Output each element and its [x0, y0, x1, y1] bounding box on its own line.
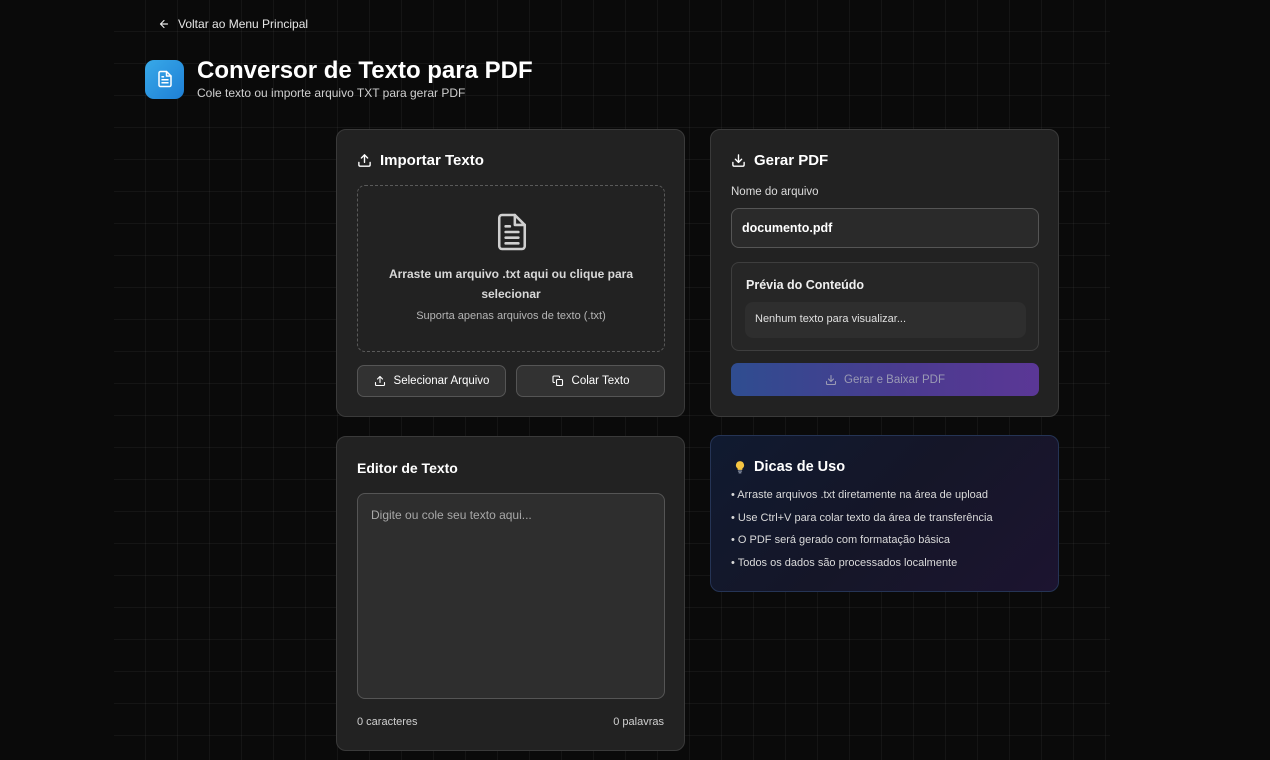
page-title: Conversor de Texto para PDF: [197, 57, 533, 84]
select-file-button[interactable]: Selecionar Arquivo: [357, 365, 506, 397]
import-card-title: Importar Texto: [357, 152, 484, 169]
filename-label: Nome do arquivo: [731, 186, 819, 198]
lightbulb-icon: [735, 461, 745, 474]
document-icon: [497, 213, 527, 251]
dropzone-instruction: Arraste um arquivo .txt aqui ou clique p…: [388, 267, 634, 301]
upload-icon: [374, 375, 385, 387]
upload-dropzone[interactable]: Arraste um arquivo .txt aqui ou clique p…: [357, 185, 665, 352]
tips-card: Dicas de Uso • Arraste arquivos .txt dir…: [710, 435, 1059, 592]
download-icon: [732, 154, 745, 167]
tips-list: • Arraste arquivos .txt diretamente na á…: [731, 488, 993, 579]
generate-pdf-button[interactable]: Gerar e Baixar PDF: [731, 363, 1039, 396]
content-preview: Prévia do Conteúdo Nenhum texto para vis…: [731, 262, 1039, 351]
editor-card-title: Editor de Texto: [357, 460, 458, 476]
page-subtitle: Cole texto ou importe arquivo TXT para g…: [197, 86, 466, 100]
upload-icon: [358, 154, 371, 167]
text-editor[interactable]: [357, 493, 665, 699]
app-logo: [145, 59, 184, 99]
arrow-left-icon: [159, 19, 169, 29]
list-item: • Todos os dados são processados localme…: [731, 557, 958, 570]
copy-icon: [551, 375, 563, 387]
generate-card: Gerar PDF Nome do arquivo Prévia do Cont…: [710, 129, 1059, 417]
back-link-label: Voltar ao Menu Principal: [178, 17, 309, 31]
preview-title: Prévia do Conteúdo: [746, 278, 865, 292]
page-header: Conversor de Texto para PDF Cole texto o…: [145, 58, 533, 100]
preview-content: Nenhum texto para visualizar...: [745, 302, 1026, 338]
generate-card-title: Gerar PDF: [731, 152, 828, 169]
word-count: 0 palavras: [613, 716, 664, 728]
list-item: • Use Ctrl+V para colar texto da área de…: [731, 511, 993, 524]
list-item: • Arraste arquivos .txt diretamente na á…: [731, 489, 989, 501]
editor-card: Editor de Texto 0 caracteres 0 palavras: [336, 436, 685, 751]
download-icon: [825, 374, 837, 385]
filename-input[interactable]: [731, 208, 1039, 248]
dropzone-hint: Suporta apenas arquivos de texto (.txt): [416, 310, 606, 322]
import-card: Importar Texto Arraste um arquivo .txt a…: [336, 129, 685, 417]
paste-text-button[interactable]: Colar Texto: [516, 365, 665, 397]
tips-title: Dicas de Uso: [733, 459, 845, 475]
file-text-icon: [157, 70, 172, 88]
char-count: 0 caracteres: [357, 716, 418, 728]
list-item: • O PDF será gerado com formatação básic…: [731, 534, 951, 547]
back-to-menu-link[interactable]: Voltar ao Menu Principal: [158, 17, 308, 31]
